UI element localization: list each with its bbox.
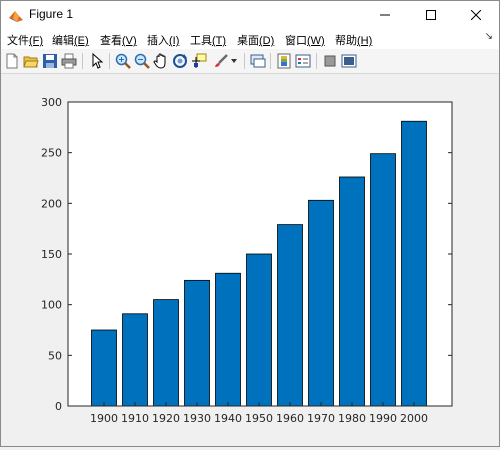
toolbar-separator: [82, 53, 83, 69]
new-figure-button[interactable]: [3, 52, 21, 70]
x-tick-label: 1950: [245, 412, 273, 425]
x-tick-label: 1920: [152, 412, 180, 425]
zoom-in-button[interactable]: [114, 52, 132, 70]
close-button[interactable]: [453, 1, 499, 29]
save-icon: [43, 54, 57, 68]
menu-insert[interactable]: 插入(I): [147, 32, 179, 48]
save-button[interactable]: [41, 52, 59, 70]
pan-button[interactable]: [152, 52, 170, 70]
pointer-button[interactable]: [88, 52, 106, 70]
brush-icon: [215, 54, 228, 67]
print-button[interactable]: [60, 52, 78, 70]
window-title: Figure 1: [29, 7, 74, 21]
menu-window[interactable]: 窗口(W): [285, 32, 325, 48]
toolbar-separator: [109, 53, 110, 69]
title-bar[interactable]: Figure 1: [1, 1, 499, 29]
figure-window: Figure 1 文件(F) 编辑(E) 查看(V) 插入(I) 工具(T) 桌…: [0, 0, 500, 447]
x-tick-label: 1930: [183, 412, 211, 425]
minimize-icon: [380, 14, 390, 16]
maximize-button[interactable]: [408, 1, 454, 29]
bar-1940: [215, 272, 241, 407]
x-tick-label: 1900: [90, 412, 118, 425]
print-icon: [61, 53, 77, 69]
menu-edit[interactable]: 编辑(E): [52, 32, 89, 48]
open-file-button[interactable]: [22, 52, 40, 70]
undock-arrow-icon[interactable]: ↘: [485, 31, 493, 42]
data-cursor-button[interactable]: [190, 52, 208, 70]
y-tick-label: 100: [41, 299, 62, 312]
maximize-icon: [426, 10, 436, 20]
x-tick-label: 1940: [214, 412, 242, 425]
toolbar-separator: [270, 53, 271, 69]
chevron-down-icon: [231, 59, 237, 63]
hide-plot-tools-icon: [324, 55, 336, 67]
open-file-icon: [23, 56, 39, 68]
bar-1960: [277, 224, 303, 407]
y-tick-label: 0: [55, 400, 62, 413]
menu-file[interactable]: 文件(F): [7, 32, 43, 48]
link-plot-icon: [250, 54, 266, 68]
y-tick-label: 300: [41, 96, 62, 109]
legend-icon: [295, 54, 311, 68]
minimize-button[interactable]: [362, 1, 408, 29]
menu-bar: 文件(F) 编辑(E) 查看(V) 插入(I) 工具(T) 桌面(D) 窗口(W…: [1, 29, 499, 49]
y-tick-label: 50: [48, 349, 62, 362]
colorbar-button[interactable]: [275, 52, 293, 70]
x-tick-label: 1910: [121, 412, 149, 425]
x-tick-label: 1970: [307, 412, 335, 425]
bar-1920: [153, 299, 179, 407]
bar-1970: [308, 199, 334, 407]
rotate-3d-icon: [173, 54, 187, 68]
bar-chart: 1900 1910 1920 1930 1940 1950 1960 1970 1980 1990…: [41, 96, 453, 425]
toolbar-separator: [316, 53, 317, 69]
x-tick-label: 1990: [369, 412, 397, 425]
new-figure-icon: [6, 53, 18, 69]
bar-1990: [370, 153, 396, 407]
show-plot-tools-icon: [341, 54, 357, 68]
bar-1950: [246, 253, 272, 407]
menu-help[interactable]: 帮助(H): [335, 32, 372, 48]
menu-view[interactable]: 查看(V): [100, 32, 137, 48]
bar-1930: [184, 279, 210, 407]
y-tick-label: 150: [41, 248, 62, 261]
toolbar-separator: [244, 53, 245, 69]
zoom-out-button[interactable]: [133, 52, 151, 70]
y-tick-label: 200: [41, 197, 62, 210]
colorbar-icon: [277, 53, 291, 69]
pointer-icon: [92, 53, 104, 69]
x-tick-label: 2000: [400, 412, 428, 425]
figure-canvas: 1900 1910 1920 1930 1940 1950 1960 1970 1980 1990…: [1, 74, 499, 446]
legend-button[interactable]: [294, 52, 312, 70]
x-tick-label: 1980: [338, 412, 366, 425]
menu-desktop[interactable]: 桌面(D): [237, 32, 274, 48]
menu-tools[interactable]: 工具(T): [190, 32, 226, 48]
bar-1980: [339, 176, 365, 407]
link-plot-button[interactable]: [249, 52, 267, 70]
bar-1900: [91, 329, 117, 407]
brush-button[interactable]: [212, 52, 230, 70]
zoom-out-icon: [134, 53, 150, 69]
hide-plot-tools-button[interactable]: [321, 52, 339, 70]
figure-toolbar: [1, 49, 499, 74]
brush-menu-button[interactable]: [229, 52, 239, 70]
y-tick-label: 250: [41, 147, 62, 160]
close-icon: [471, 10, 481, 20]
bar-2000: [401, 120, 427, 407]
rotate-3d-button[interactable]: [171, 52, 189, 70]
data-cursor-icon: [192, 53, 207, 68]
pan-icon: [153, 53, 166, 69]
zoom-in-icon: [115, 53, 131, 69]
matlab-icon: [9, 11, 23, 22]
bar-1910: [122, 313, 148, 407]
show-plot-tools-button[interactable]: [340, 52, 358, 70]
x-tick-label: 1960: [276, 412, 304, 425]
